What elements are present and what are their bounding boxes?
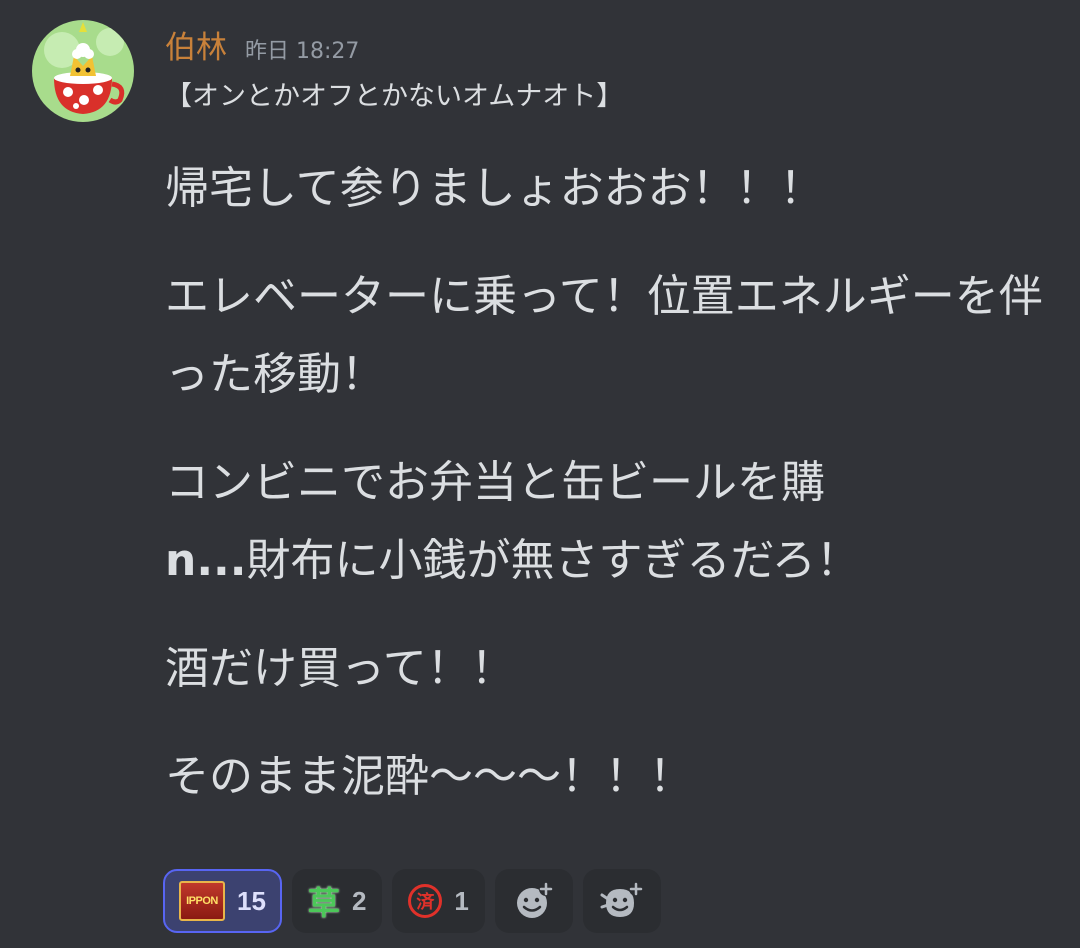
- message-timestamp[interactable]: 昨日 18:27: [245, 33, 359, 65]
- reaction-count: 2: [351, 885, 367, 916]
- avatar-image: [32, 20, 134, 122]
- message-paragraph-3: コンビニでお弁当と缶ビールを購 n...財布に小銭が無さすぎるだろ！: [165, 444, 1055, 600]
- message-content: 帰宅して参りましょおおお！！！ エレベーターに乗って！位置エネルギーを伴った移動…: [165, 150, 1055, 846]
- message-paragraph-3-line-1: コンビニでお弁当と缶ビールを購: [165, 457, 825, 508]
- user-avatar[interactable]: [32, 20, 134, 122]
- message-paragraph-4: 酒だけ買って！！: [165, 643, 515, 694]
- super-reaction-button[interactable]: [582, 869, 661, 933]
- message-subtitle: 【オンとかオフとかないオムナオト】: [165, 81, 624, 112]
- sumi-emoji-icon: 済: [408, 884, 443, 918]
- message-paragraph-3-line-2: 財布に小銭が無さすぎるだろ！: [246, 535, 860, 586]
- reactions-bar: IPPON 15 草 2 済 1: [163, 869, 661, 933]
- bold-text: n...: [165, 535, 247, 586]
- kusa-emoji-icon: 草: [307, 884, 340, 922]
- message-paragraph-1: 帰宅して参りましょおおお！！！: [165, 163, 824, 214]
- message-paragraph-2: エレベーターに乗って！位置エネルギーを伴った移動！: [165, 271, 1043, 400]
- reaction-count: 15: [237, 885, 266, 916]
- reaction-sumi[interactable]: 済 1: [392, 869, 485, 933]
- reaction-ippon[interactable]: IPPON 15: [163, 869, 282, 933]
- ippon-emoji-icon: IPPON: [179, 881, 225, 921]
- message-header: 伯林 昨日 18:27: [165, 22, 359, 68]
- reaction-count: 1: [454, 885, 469, 916]
- message-paragraph-5: そのまま泥酔〜〜〜！！！: [165, 751, 693, 802]
- super-reaction-icon: [600, 882, 643, 917]
- reaction-kusa[interactable]: 草 2: [291, 869, 383, 933]
- add-reaction-button[interactable]: [494, 869, 573, 933]
- add-reaction-icon: [516, 882, 553, 918]
- username[interactable]: 伯林: [165, 22, 227, 67]
